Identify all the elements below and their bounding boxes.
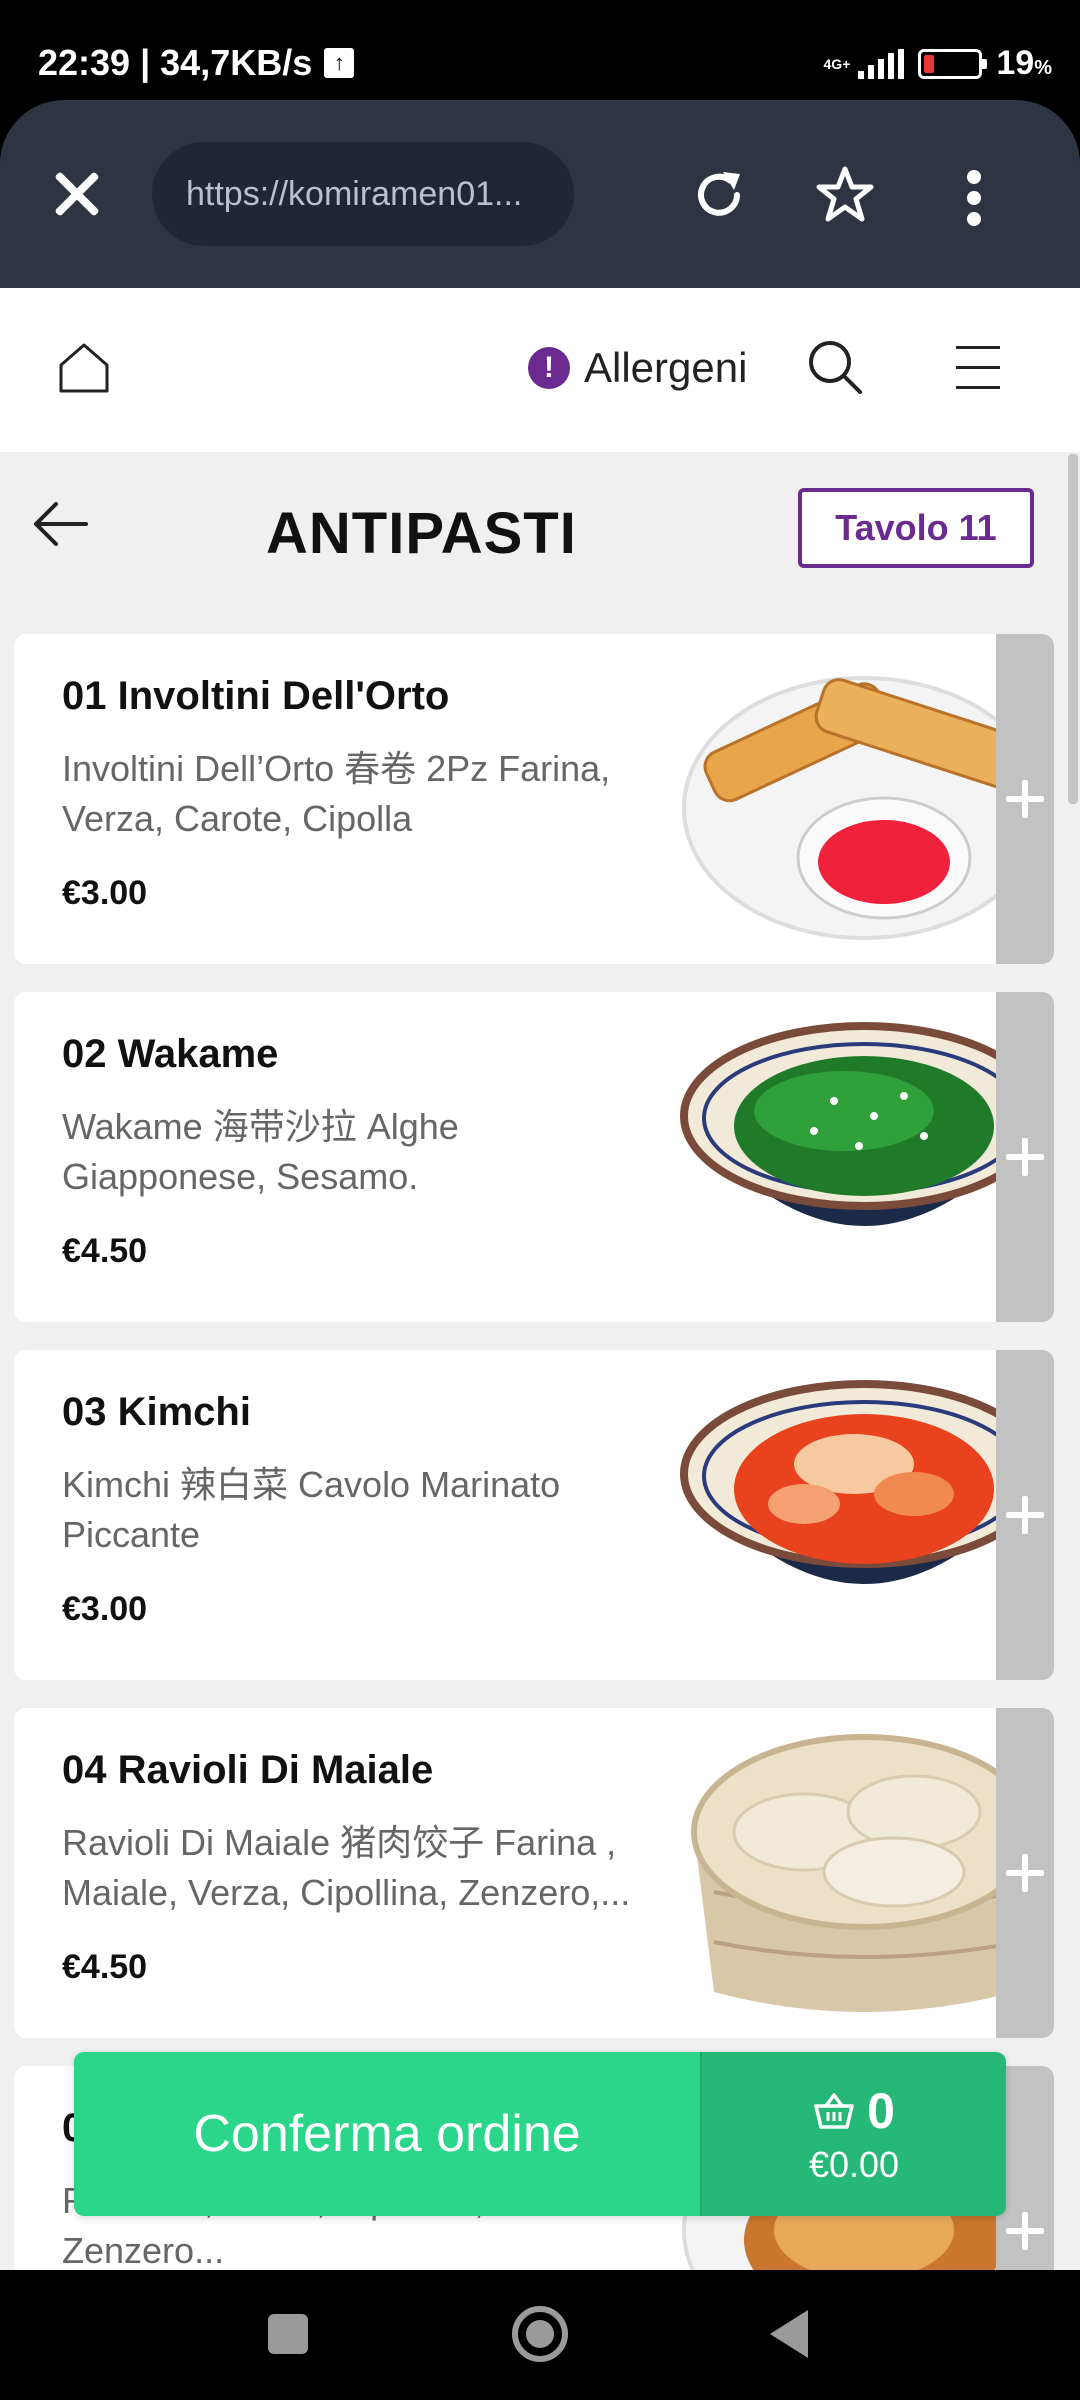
item-description: Ravioli Di Maiale 猪肉饺子 Farina , Maiale, …	[62, 1822, 631, 1913]
status-bar: 22:39 | 34,7KB/s ↑ 4G+ 19%	[0, 0, 1080, 100]
plus-icon	[1006, 2212, 1044, 2250]
network-type: 4G+	[823, 55, 851, 72]
alert-icon: !	[528, 347, 570, 389]
status-time-speed: 22:39 | 34,7KB/s	[38, 42, 313, 83]
status-left: 22:39 | 34,7KB/s ↑	[38, 42, 355, 84]
menu-item-card[interactable]: 01 Involtini Dell'Orto Involtini Dell’Or…	[14, 634, 1054, 964]
close-icon[interactable]	[46, 164, 106, 224]
more-menu-icon[interactable]	[962, 170, 986, 226]
basket-icon	[814, 2093, 854, 2129]
signal-icon	[858, 48, 905, 79]
system-nav-bar	[0, 2270, 1080, 2400]
menu-item-card[interactable]: 04 Ravioli Di Maiale Ravioli Di Maiale 猪…	[14, 1708, 1054, 2038]
add-button[interactable]	[996, 1708, 1054, 2038]
category-header: ANTIPASTI Tavolo 11	[0, 452, 1080, 612]
add-button[interactable]	[996, 992, 1054, 1322]
plus-icon	[1006, 1138, 1044, 1176]
item-price: €3.00	[62, 874, 148, 912]
menu-item-card[interactable]: 02 Wakame Wakame 海带沙拉 Alghe Giapponese, …	[14, 992, 1054, 1322]
home-icon[interactable]	[56, 340, 112, 396]
item-description: Wakame 海带沙拉 Alghe Giapponese, Sesamo.	[62, 1106, 459, 1197]
item-name: 02 Wakame	[62, 1032, 279, 1076]
confirm-order-button[interactable]: Conferma ordine	[74, 2052, 700, 2216]
status-right: 4G+ 19%	[824, 44, 1052, 83]
plus-icon	[1006, 1854, 1044, 1892]
item-description: Involtini Dell’Orto 春卷 2Pz Farina, Verza…	[62, 748, 611, 839]
search-icon[interactable]	[806, 338, 864, 396]
item-name: 01 Involtini Dell'Orto	[62, 674, 450, 718]
upload-icon: ↑	[324, 48, 355, 78]
item-name: 03 Kimchi	[62, 1390, 251, 1434]
menu-item-list: 01 Involtini Dell'Orto Involtini Dell’Or…	[14, 634, 1054, 2270]
bookmark-star-icon[interactable]	[814, 164, 876, 226]
table-button[interactable]: Tavolo 11	[798, 488, 1034, 568]
item-price: €4.50	[62, 1948, 148, 1986]
allergens-label: Allergeni	[584, 344, 748, 391]
back-button[interactable]	[770, 2310, 808, 2358]
plus-icon	[1006, 780, 1044, 818]
home-button[interactable]	[512, 2306, 568, 2362]
battery-level	[924, 54, 935, 73]
battery-icon	[918, 48, 988, 79]
site-header: ! Allergeni	[0, 288, 1080, 452]
url-bar[interactable]: https://komiramen01...	[152, 142, 574, 246]
reload-icon[interactable]	[690, 166, 748, 224]
item-name: 04 Ravioli Di Maiale	[62, 1748, 434, 1792]
scrollbar[interactable]	[1068, 454, 1078, 804]
cart-button[interactable]: 0 €0.00	[700, 2052, 1006, 2216]
item-description: Kimchi 辣白菜 Cavolo Marinato Piccante	[62, 1464, 561, 1555]
plus-icon	[1006, 1496, 1044, 1534]
add-button[interactable]	[996, 1350, 1054, 1680]
page-content: ! Allergeni ANTIPASTI Tavolo 11 01 Invol…	[0, 288, 1080, 2270]
page-title: ANTIPASTI	[266, 501, 577, 566]
order-bar: Conferma ordine 0 €0.00	[74, 2052, 1006, 2216]
recents-button[interactable]	[268, 2314, 308, 2354]
add-button[interactable]	[996, 634, 1054, 964]
cart-total: €0.00	[808, 2144, 900, 2185]
back-arrow-icon[interactable]	[30, 494, 90, 554]
cart-summary: 0	[813, 2082, 895, 2140]
cart-count: 0	[867, 2083, 895, 2139]
item-price: €4.50	[62, 1232, 148, 1270]
allergens-link[interactable]: ! Allergeni	[528, 338, 747, 398]
menu-item-card[interactable]: 03 Kimchi Kimchi 辣白菜 Cavolo Marinato Pic…	[14, 1350, 1054, 1680]
hamburger-menu-icon[interactable]	[956, 346, 1000, 390]
battery-percent: 19%	[996, 44, 1052, 82]
item-price: €3.00	[62, 1590, 148, 1628]
browser-toolbar: https://komiramen01...	[0, 100, 1080, 288]
